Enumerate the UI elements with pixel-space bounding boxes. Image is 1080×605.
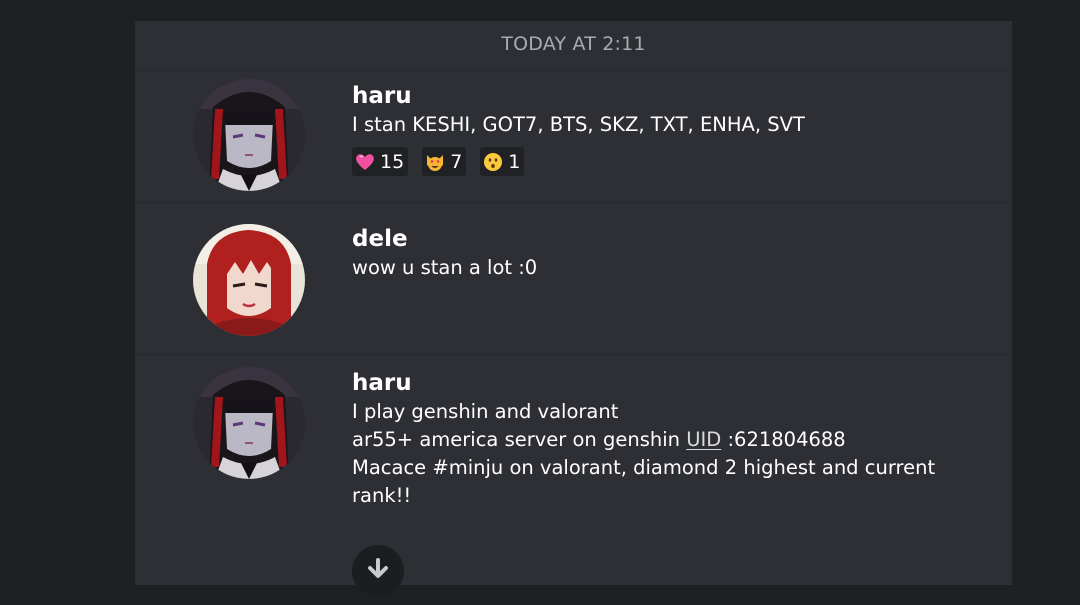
username[interactable]: haru xyxy=(352,368,982,398)
reaction-kissing-face[interactable]: 1 xyxy=(480,147,525,176)
username[interactable]: haru xyxy=(352,81,982,111)
pink-heart-icon xyxy=(354,151,376,173)
scroll-down-button[interactable] xyxy=(352,545,404,597)
message-content: haru I stan KESHI, GOT7, BTS, SKZ, TXT, … xyxy=(352,81,982,176)
chat-panel: TODAY AT 2:11 haru I stan KESHI, GOT7, B… xyxy=(135,21,1012,597)
message-item[interactable]: haru I stan KESHI, GOT7, BTS, SKZ, TXT, … xyxy=(135,71,1012,202)
reaction-pink-heart[interactable]: 15 xyxy=(352,147,409,176)
avatar[interactable] xyxy=(193,79,305,191)
reaction-count: 7 xyxy=(450,150,463,173)
uid-value: :621804688 xyxy=(721,428,846,451)
reaction-count: 1 xyxy=(508,150,521,173)
heart-eyes-cat-icon xyxy=(424,151,446,173)
uid-link[interactable]: UID xyxy=(686,428,721,451)
arrow-down-icon xyxy=(366,557,390,585)
message-text-line-4: rank!! xyxy=(352,484,412,507)
message-text-line-2: ar55+ america server on genshin UID :621… xyxy=(352,426,982,454)
timestamp-header: TODAY AT 2:11 xyxy=(135,21,1012,71)
message-text: wow u stan a lot :0 xyxy=(352,256,538,279)
reaction-heart-eyes-cat[interactable]: 7 xyxy=(422,147,467,176)
username[interactable]: dele xyxy=(352,224,982,254)
message-content: dele wow u stan a lot :0 xyxy=(352,224,982,282)
genshin-server-text: ar55+ america server on genshin xyxy=(352,428,687,451)
message-text-line-3: Macace #minju on valorant, diamond 2 hig… xyxy=(352,456,936,479)
message-item[interactable]: dele wow u stan a lot :0 xyxy=(135,202,1012,355)
avatar[interactable] xyxy=(193,367,305,479)
message-item[interactable]: haru I play genshin and valorant ar55+ a… xyxy=(135,354,1012,597)
message-content: haru I play genshin and valorant ar55+ a… xyxy=(352,368,982,510)
kissing-face-icon xyxy=(482,151,504,173)
avatar[interactable] xyxy=(193,224,305,336)
reaction-count: 15 xyxy=(380,150,405,173)
message-text: I stan KESHI, GOT7, BTS, SKZ, TXT, ENHA,… xyxy=(352,113,805,136)
message-text-line-1: I play genshin and valorant xyxy=(352,400,619,423)
reactions-bar: 15 7 1 xyxy=(352,147,982,176)
